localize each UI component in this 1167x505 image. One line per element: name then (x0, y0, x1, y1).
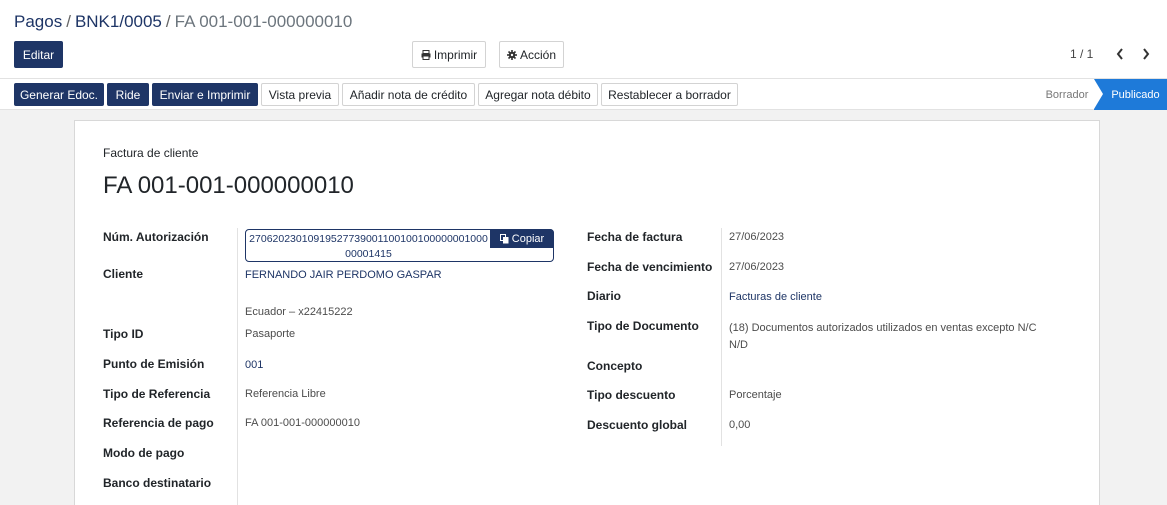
due-date-value: 27/06/2023 (729, 261, 785, 273)
gear-icon (506, 49, 517, 60)
invoice-date-label: Fecha de factura (587, 230, 683, 244)
reference-type-label: Tipo de Referencia (103, 387, 211, 401)
emission-point-value[interactable]: 001 (245, 359, 263, 371)
client-name[interactable]: FERNANDO JAIR PERDOMO GASPAR (245, 269, 442, 281)
add-credit-note-button[interactable]: Añadir nota de crédito (342, 83, 475, 106)
breadcrumb-parent[interactable]: BNK1/0005 (75, 12, 162, 31)
print-button[interactable]: Imprimir (412, 41, 486, 68)
add-debit-note-button[interactable]: Agregar nota débito (478, 83, 598, 106)
control-panel: Pagos / BNK1/0005/FA 001-001-000000010 Edi… (0, 0, 1167, 78)
global-discount-value: 0,00 (729, 419, 751, 431)
invoice-date-value: 27/06/2023 (729, 231, 785, 243)
edit-button[interactable]: Editar (14, 41, 63, 68)
copy-icon (499, 233, 509, 243)
status-posted[interactable]: Publicado (1094, 79, 1167, 110)
breadcrumb: Pagos / BNK1/0005/FA 001-001-000000010 (14, 12, 352, 32)
breadcrumb-separator: / (66, 12, 71, 31)
discount-type-value: Porcentaje (729, 389, 782, 401)
destination-bank-label: Banco destinatario (103, 476, 212, 490)
copy-label: Copiar (511, 232, 545, 245)
reset-to-draft-button[interactable]: Restablecer a borrador (601, 83, 738, 106)
document-type-label: Tipo de Documento (587, 319, 699, 333)
action-button[interactable]: Acción (499, 41, 564, 68)
chevron-right-icon (1143, 48, 1150, 60)
form-statusbar: Generar Edoc. Ride Enviar e Imprimir Vis… (0, 78, 1167, 110)
document-type: Factura de cliente (103, 146, 199, 160)
journal-value[interactable]: Facturas de cliente (729, 291, 822, 303)
breadcrumb-separator: / (165, 12, 171, 31)
emission-point-label: Punto de Emisión (103, 357, 205, 371)
paid-ribbon: PAGADO (1036, 121, 1099, 214)
pager-previous[interactable] (1110, 42, 1130, 66)
document-number: FA 001-001-000000010 (103, 172, 354, 199)
id-type-label: Tipo ID (103, 327, 144, 341)
status-posted-label: Publicado (1111, 88, 1160, 101)
copy-button[interactable]: Copiar (490, 229, 554, 248)
client-address: Ecuador – x22415222 (245, 306, 353, 318)
status-draft[interactable]: Borrador (1040, 79, 1094, 110)
breadcrumb-root[interactable]: Pagos (14, 12, 62, 31)
pager-next[interactable] (1136, 42, 1156, 66)
payment-mode-label: Modo de pago (103, 446, 185, 460)
payment-reference-value: FA 001-001-000000010 (245, 417, 360, 429)
global-discount-label: Descuento global (587, 418, 688, 432)
ride-button[interactable]: Ride (107, 83, 149, 106)
right-group-divider (721, 228, 722, 446)
action-label: Acción (519, 47, 557, 62)
generate-edoc-button[interactable]: Generar Edoc. (14, 83, 104, 106)
auth-number-value: 2706202301091952773900110010010000000100… (249, 233, 488, 260)
due-date-label: Fecha de vencimiento (587, 260, 713, 274)
preview-button[interactable]: Vista previa (261, 83, 339, 106)
client-label: Cliente (103, 267, 144, 281)
id-type-value: Pasaporte (245, 328, 296, 340)
document-type-value: (18) Documentos autorizados utilizados e… (729, 322, 1037, 351)
journal-label: Diario (587, 289, 622, 303)
auth-number-field: 2706202301091952773900110010010000000100… (245, 229, 554, 262)
pager-counter[interactable]: 1 / 1 (1070, 47, 1093, 61)
form-sheet: PAGADO Factura de cliente FA 001-001-000… (74, 120, 1100, 505)
concept-label: Concepto (587, 359, 643, 373)
payment-reference-label: Referencia de pago (103, 416, 214, 430)
left-group-divider (237, 228, 238, 505)
auth-number-label: Núm. Autorización (103, 230, 209, 244)
print-icon (421, 49, 431, 60)
chevron-left-icon (1116, 48, 1123, 60)
reference-type-value: Referencia Libre (245, 388, 326, 400)
breadcrumb-current: FA 001-001-000000010 (174, 12, 353, 31)
send-print-button[interactable]: Enviar e Imprimir (152, 83, 258, 106)
discount-type-label: Tipo descuento (587, 388, 676, 402)
print-label: Imprimir (433, 47, 478, 62)
